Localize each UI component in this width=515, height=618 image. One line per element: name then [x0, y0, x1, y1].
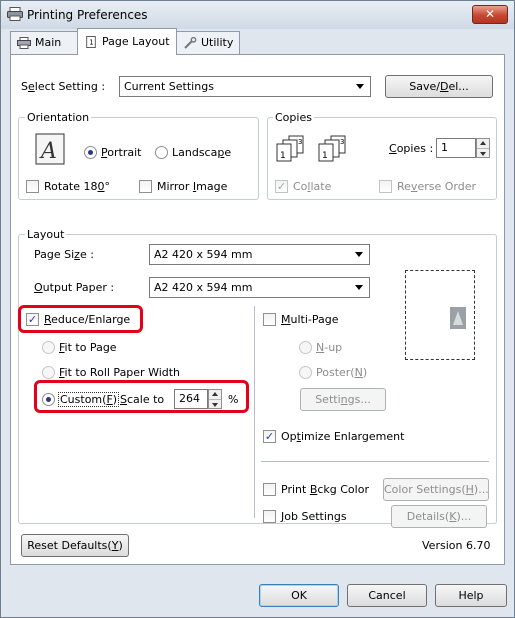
- wrench-icon: [184, 37, 197, 49]
- mirror-image-label: Mirror Image: [157, 180, 228, 193]
- optimize-enlargement-label: Optimize Enlargement: [281, 430, 405, 443]
- tab-main-label: Main: [35, 36, 62, 49]
- fit-to-roll-label: Fit to Roll Paper Width: [59, 366, 181, 379]
- orientation-title: Orientation: [25, 111, 92, 124]
- printer-icon: [7, 7, 23, 21]
- paper-preview: [405, 270, 475, 360]
- tab-main[interactable]: Main: [10, 31, 78, 55]
- preview-image-icon: [450, 307, 466, 329]
- collate-checkbox[interactable]: ✓: [275, 180, 288, 193]
- reset-defaults-button[interactable]: Reset Defaults(Y): [21, 534, 129, 557]
- mirror-image-checkbox[interactable]: [139, 180, 152, 193]
- svg-text:1: 1: [322, 151, 328, 161]
- chevron-down-icon: [356, 84, 364, 89]
- page-size-label: Page Size :: [34, 248, 94, 261]
- copies-input[interactable]: 1: [436, 138, 476, 158]
- tab-utility[interactable]: Utility: [176, 31, 240, 55]
- tab-utility-label: Utility: [201, 36, 234, 49]
- portrait-label: Portrait: [101, 146, 142, 159]
- landscape-radio[interactable]: [155, 146, 168, 159]
- svg-text:A: A: [39, 139, 57, 164]
- rotate-180-label: Rotate 180°: [44, 180, 111, 193]
- fit-to-roll-radio[interactable]: [42, 366, 55, 379]
- svg-text:3: 3: [298, 138, 302, 146]
- collate-pages-icon: 1 3: [276, 135, 304, 162]
- window-title: Printing Preferences: [27, 8, 148, 22]
- version-label: Version 6.70: [422, 539, 491, 552]
- print-bckg-color-label: Print Bckg Color: [281, 483, 369, 496]
- spin-down-icon[interactable]: [477, 148, 489, 157]
- poster-radio[interactable]: [299, 366, 312, 379]
- n-up-radio[interactable]: [299, 341, 312, 354]
- output-paper-value: A2 420 x 594 mm: [154, 281, 253, 294]
- printer-icon: [17, 37, 31, 49]
- n-up-label: N-up: [316, 341, 343, 354]
- rotate-180-checkbox[interactable]: [26, 180, 39, 193]
- select-setting-dropdown[interactable]: Current Settings: [119, 76, 371, 97]
- multi-page-label: Multi-Page: [281, 313, 339, 326]
- select-setting-value: Current Settings: [124, 80, 214, 93]
- print-bckg-color-checkbox[interactable]: [263, 483, 276, 496]
- layout-title: Layout: [25, 228, 67, 241]
- multi-page-checkbox[interactable]: [263, 313, 276, 326]
- reduce-enlarge-highlight: [18, 305, 143, 333]
- collate-pages-icon: 1 3: [318, 135, 346, 162]
- close-button[interactable]: ✕: [472, 5, 508, 24]
- spin-up-icon[interactable]: [477, 139, 489, 148]
- portrait-radio[interactable]: [84, 146, 97, 159]
- cancel-button[interactable]: Cancel: [347, 584, 427, 607]
- options-divider: [261, 461, 489, 462]
- save-del-button[interactable]: Save/Del...: [385, 75, 493, 98]
- chevron-down-icon: [355, 252, 363, 257]
- fit-to-page-radio[interactable]: [42, 341, 55, 354]
- printing-preferences-window: Printing Preferences ✕ Main 1 Page Layou…: [0, 0, 515, 618]
- copies-spinner[interactable]: [476, 138, 490, 158]
- tab-page-layout[interactable]: 1 Page Layout: [77, 28, 177, 55]
- page-layout-panel: Select Setting : Current Settings Save/D…: [10, 54, 505, 565]
- landscape-label: Landscape: [172, 146, 232, 159]
- reverse-order-checkbox[interactable]: [379, 180, 392, 193]
- title-bar[interactable]: Printing Preferences ✕: [1, 1, 514, 29]
- svg-text:1: 1: [89, 39, 93, 47]
- job-settings-checkbox[interactable]: [263, 510, 276, 523]
- output-paper-label: Output Paper :: [34, 281, 115, 294]
- tab-page-layout-label: Page Layout: [102, 35, 170, 48]
- portrait-orientation-icon: A: [35, 133, 65, 165]
- custom-scale-highlight: [34, 380, 249, 413]
- help-button[interactable]: Help: [435, 584, 507, 607]
- page-size-value: A2 420 x 594 mm: [154, 248, 253, 261]
- details-button[interactable]: Details(K)...: [391, 505, 487, 528]
- copies-label: Copies :: [389, 142, 434, 155]
- output-paper-dropdown[interactable]: A2 420 x 594 mm: [149, 277, 370, 298]
- multi-page-settings-button[interactable]: Settings...: [300, 388, 386, 411]
- job-settings-label: Job Settings: [281, 510, 347, 523]
- svg-text:1: 1: [280, 151, 286, 161]
- page-size-dropdown[interactable]: A2 420 x 594 mm: [149, 244, 370, 265]
- layout-divider: [254, 306, 255, 518]
- ok-button[interactable]: OK: [259, 584, 339, 607]
- copies-title: Copies: [273, 111, 314, 124]
- optimize-enlargement-checkbox[interactable]: ✓: [263, 430, 276, 443]
- reverse-order-label: Reverse Order: [397, 180, 476, 193]
- fit-to-page-label: Fit to Page: [59, 341, 117, 354]
- page-layout-icon: 1: [86, 36, 96, 48]
- svg-text:3: 3: [340, 138, 344, 146]
- collate-label: Collate: [293, 180, 332, 193]
- chevron-down-icon: [355, 285, 363, 290]
- color-settings-button[interactable]: Color Settings(H)...: [383, 478, 489, 501]
- poster-label: Poster(N): [316, 366, 368, 379]
- select-setting-label: Select Setting :: [21, 80, 106, 93]
